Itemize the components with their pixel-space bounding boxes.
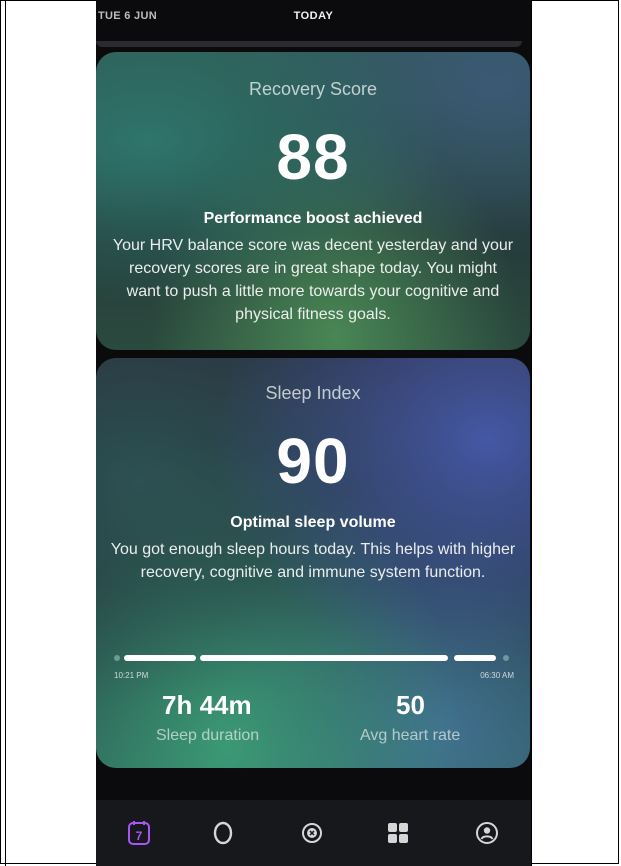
left-divider [5, 0, 6, 866]
sleep-index-value: 90 [276, 425, 350, 497]
avg-heart-rate-value: 50 [396, 690, 425, 720]
sleep-segment [124, 655, 196, 661]
badge-icon [302, 823, 322, 843]
top-bar: TUE 6 JUN TODAY [96, 0, 531, 44]
calendar-day-number: 7 [136, 829, 143, 843]
sleep-duration-value: 7h 44m [162, 690, 252, 720]
profile-icon [476, 822, 498, 844]
nav-today-tab[interactable]: 7 [125, 819, 153, 847]
sleep-index-label: Sleep Index [265, 383, 361, 403]
sleep-description: You got enough sleep hours today. This h… [110, 541, 516, 581]
nav-ring-tab[interactable] [209, 819, 237, 847]
sleep-start-time: 10:21 PM [114, 671, 149, 680]
bottom-nav: 7 [96, 800, 531, 866]
recovery-description: Your HRV balance score was decent yester… [112, 237, 514, 323]
avg-heart-rate-label: Avg heart rate [360, 727, 461, 744]
page-title: TODAY [293, 10, 334, 22]
sleep-timeline [114, 655, 514, 661]
timeline-start-dot [114, 655, 120, 661]
recovery-score-value: 88 [276, 121, 350, 193]
sleep-segment [454, 655, 496, 661]
phone-screen: TUE 6 JUN TODAY Recovery Score 88 Perfor… [96, 0, 531, 866]
recovery-headline: Performance boost achieved [203, 210, 423, 227]
previous-card-edge [96, 41, 522, 47]
timeline-end-dot [503, 655, 509, 661]
ring-icon [213, 821, 233, 845]
sleep-duration-label: Sleep duration [156, 727, 260, 744]
recovery-score-label: Recovery Score [248, 79, 378, 99]
sleep-segment [200, 655, 448, 661]
nav-profile-tab[interactable] [473, 819, 501, 847]
sleep-index-card[interactable]: Sleep Index 90 Optimal sleep volume You … [96, 358, 530, 768]
nav-insights-tab[interactable] [298, 819, 326, 847]
calendar-icon: 7 [128, 821, 150, 845]
grid-icon [388, 823, 408, 843]
sleep-end-time: 06:30 AM [480, 671, 514, 680]
recovery-score-card[interactable]: Recovery Score 88 Performance boost achi… [96, 52, 530, 350]
right-divider [531, 0, 532, 866]
nav-apps-tab[interactable] [384, 819, 412, 847]
sleep-headline: Optimal sleep volume [230, 514, 396, 531]
